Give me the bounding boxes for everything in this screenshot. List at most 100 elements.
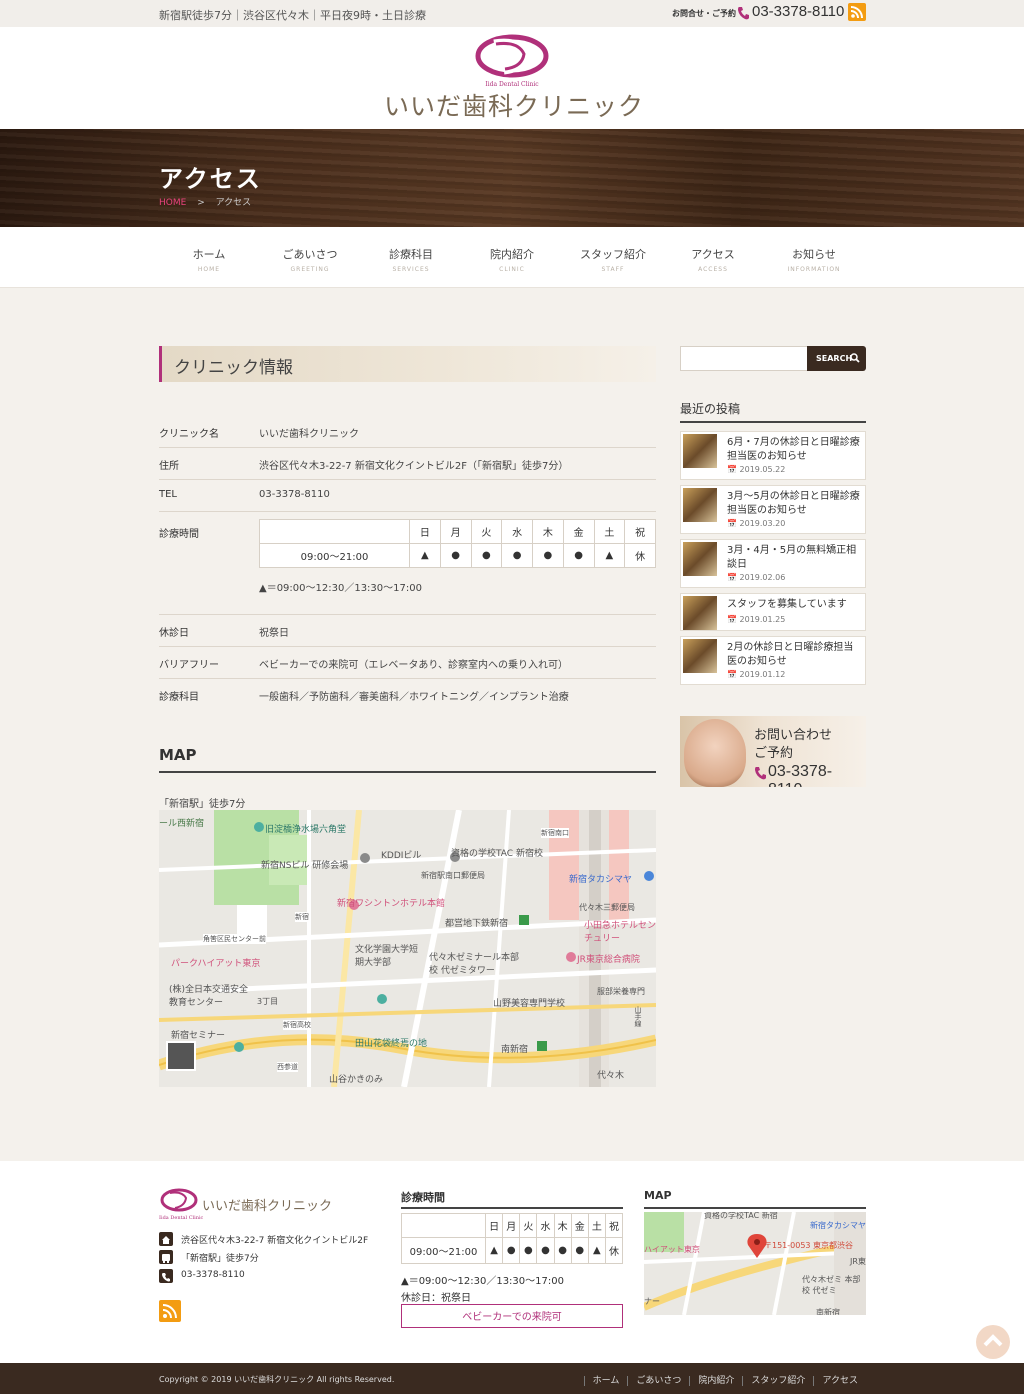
footer-link-home[interactable]: ホーム xyxy=(583,1376,628,1386)
search-button[interactable]: SEARCH xyxy=(807,346,866,371)
nav-item-home[interactable]: ホーム HOME xyxy=(159,246,259,273)
map-label: 西参道 xyxy=(277,1062,298,1072)
map-label: 新宿セミナー xyxy=(171,1031,226,1041)
footer-phone-text[interactable]: 03-3378-8110 xyxy=(181,1270,245,1280)
info-row-hours: 診療時間 日 月 火 水 木 金 土 祝 09:00〜21:00 ▲ ● ● ●… xyxy=(159,512,656,615)
day-header: 木 xyxy=(532,519,564,544)
google-map[interactable]: ール西新宿 旧淀橋浄水場六角堂 KDDIビル 資格の学校TAC 新宿校 新宿NS… xyxy=(159,810,656,1087)
info-row-address: 住所 渋谷区代々木3-22-7 新宿文化クイントビル2F（「新宿駅」徒歩7分） xyxy=(159,448,656,480)
hours-mark: ● xyxy=(532,543,564,568)
footer-link-access[interactable]: アクセス xyxy=(813,1376,866,1386)
post-title[interactable]: スタッフを募集しています xyxy=(727,598,863,612)
map-label: 代々木 xyxy=(597,1071,625,1081)
hours-mark: ● xyxy=(553,1237,572,1264)
hours-mark: ▲ xyxy=(593,543,626,568)
footer-map[interactable]: 資格の学校TAC 新宿 新宿タカシマヤ ハイアット東京 〒151-0053 東京… xyxy=(644,1212,866,1315)
contact-banner-photo xyxy=(684,719,746,787)
footer-phone: 03-3378-8110 xyxy=(159,1268,379,1286)
footer-link-greeting[interactable]: ごあいさつ xyxy=(627,1376,690,1386)
hours-mark: ● xyxy=(562,543,595,568)
breadcrumb-home-link[interactable]: HOME xyxy=(159,198,186,208)
post-title[interactable]: 6月・7月の休診日と日曜診療担当医のお知らせ xyxy=(727,436,863,464)
phone-icon xyxy=(755,767,766,780)
footer-hours-heading: 診療時間 xyxy=(401,1191,445,1204)
day-header: 火 xyxy=(519,1213,538,1238)
nav-sublabel: ACCESS xyxy=(698,266,728,273)
hours-mark: ● xyxy=(502,1237,521,1264)
map-label: 南新宿 xyxy=(501,1045,529,1055)
phone-icon xyxy=(738,7,749,20)
footer-link-clinic[interactable]: 院内紹介 xyxy=(689,1376,743,1386)
day-header: 火 xyxy=(470,519,503,544)
footer-logo-subtitle: Iida Dental Clinic xyxy=(159,1215,204,1221)
map-label: JR東京総合病院 xyxy=(577,955,640,965)
map-label: 代々木ゼミ 本部校 代ゼミ xyxy=(802,1275,861,1295)
post-thumbnail xyxy=(683,542,717,576)
hours-time: 09:00〜21:00 xyxy=(259,543,410,568)
post-title[interactable]: 3月・4月・5月の無料矯正相談日 xyxy=(727,544,863,572)
hours-mark: ● xyxy=(536,1237,555,1264)
map-label: 新宿タカシマヤ xyxy=(569,875,633,885)
footer-hours-note: ▲＝09:00〜12:30／13:30〜17:00 xyxy=(401,1276,564,1287)
nav-item-staff[interactable]: スタッフ紹介 STAFF xyxy=(563,246,663,273)
rss-icon[interactable] xyxy=(848,3,866,21)
day-header: 祝 xyxy=(604,1213,624,1238)
contact-banner-line1: お問い合わせ xyxy=(754,728,833,743)
hours-mark: 休 xyxy=(624,543,656,568)
map-label: 新宿 xyxy=(295,912,309,922)
phone-icon xyxy=(159,1269,173,1283)
hours-mark: ● xyxy=(470,543,503,568)
clinic-info-heading: クリニック情報 xyxy=(159,346,656,382)
nav-label: ごあいさつ xyxy=(282,248,338,261)
recent-post-item[interactable]: 3月・4月・5月の無料矯正相談日 📅 2019.02.06 xyxy=(680,539,866,588)
hours-mark: ● xyxy=(519,1237,538,1264)
nav-sublabel: HOME xyxy=(197,266,221,273)
clinic-name-logo[interactable]: いいだ歯科クリニック xyxy=(384,87,644,123)
post-date: 📅 2019.03.20 xyxy=(727,519,786,528)
nav-sublabel: INFORMATION xyxy=(787,266,841,273)
hours-mark: ● xyxy=(439,543,472,568)
footer-hours-table: 日 月 火 水 木 金 土 祝 09:00〜21:00 ▲ ● ● ● ● ● … xyxy=(401,1213,624,1264)
nav-sublabel: STAFF xyxy=(601,266,625,273)
day-header: 水 xyxy=(536,1213,555,1238)
footer-link-staff[interactable]: スタッフ紹介 xyxy=(742,1376,814,1386)
recent-post-item[interactable]: 2月の休診日と日曜診療担当医のお知らせ 📅 2019.01.12 xyxy=(680,636,866,685)
train-icon xyxy=(159,1250,173,1264)
nav-item-information[interactable]: お知らせ INFORMATION xyxy=(764,246,864,273)
info-row-services: 診療科目 一般歯科／予防歯科／審美歯科／ホワイトニング／インプラント治療 xyxy=(159,679,656,711)
post-title[interactable]: 3月〜5月の休診日と日曜診療担当医のお知らせ xyxy=(727,490,863,518)
map-label: KDDIビル xyxy=(381,851,422,861)
footer-logo-icon[interactable] xyxy=(159,1186,199,1214)
footer-closed-days: 休診日：祝祭日 xyxy=(401,1293,471,1304)
recent-post-item[interactable]: 3月〜5月の休診日と日曜診療担当医のお知らせ 📅 2019.03.20 xyxy=(680,485,866,534)
post-date: 📅 2019.01.12 xyxy=(727,670,786,679)
scroll-to-top-button[interactable] xyxy=(976,1325,1010,1359)
footer-rss-icon[interactable] xyxy=(159,1300,181,1322)
info-value: 祝祭日 xyxy=(259,628,289,639)
barrier-free-button[interactable]: ベビーカーでの来院可 xyxy=(401,1304,623,1328)
post-thumbnail xyxy=(683,596,717,630)
map-label: 新宿ワシントンホテル本館 xyxy=(337,899,446,909)
header-phone-number[interactable]: 03-3378-8110 xyxy=(752,3,844,20)
nav-item-clinic[interactable]: 院内紹介 CLINIC xyxy=(462,246,562,273)
clinic-logo-icon[interactable] xyxy=(474,33,550,79)
map-label: ナー xyxy=(644,1297,660,1306)
nav-item-services[interactable]: 診療科目 SERVICES xyxy=(361,246,461,273)
contact-banner[interactable]: お問い合わせ ご予約 03-3378-8110 xyxy=(680,716,866,787)
nav-item-greeting[interactable]: ごあいさつ GREETING xyxy=(260,246,360,273)
map-heading-rule xyxy=(159,771,656,773)
map-label: 山手線 xyxy=(634,1006,642,1027)
breadcrumb: HOME > アクセス xyxy=(159,195,251,208)
info-label: 診療時間 xyxy=(159,529,199,540)
post-title[interactable]: 2月の休診日と日曜診療担当医のお知らせ xyxy=(727,641,863,669)
recent-post-item[interactable]: 6月・7月の休診日と日曜診療担当医のお知らせ 📅 2019.05.22 xyxy=(680,431,866,480)
day-header: 月 xyxy=(502,1213,521,1238)
info-value[interactable]: 03-3378-8110 xyxy=(259,489,330,500)
map-label: パークハイアット東京 xyxy=(171,959,261,969)
map-label: 服部栄養専門 xyxy=(597,987,645,996)
search-input[interactable] xyxy=(680,346,808,371)
nav-label: アクセス xyxy=(691,248,735,261)
recent-post-item[interactable]: スタッフを募集しています 📅 2019.01.25 xyxy=(680,593,866,631)
hours-mark: ▲ xyxy=(409,543,441,568)
nav-item-access[interactable]: アクセス ACCESS xyxy=(663,246,763,273)
